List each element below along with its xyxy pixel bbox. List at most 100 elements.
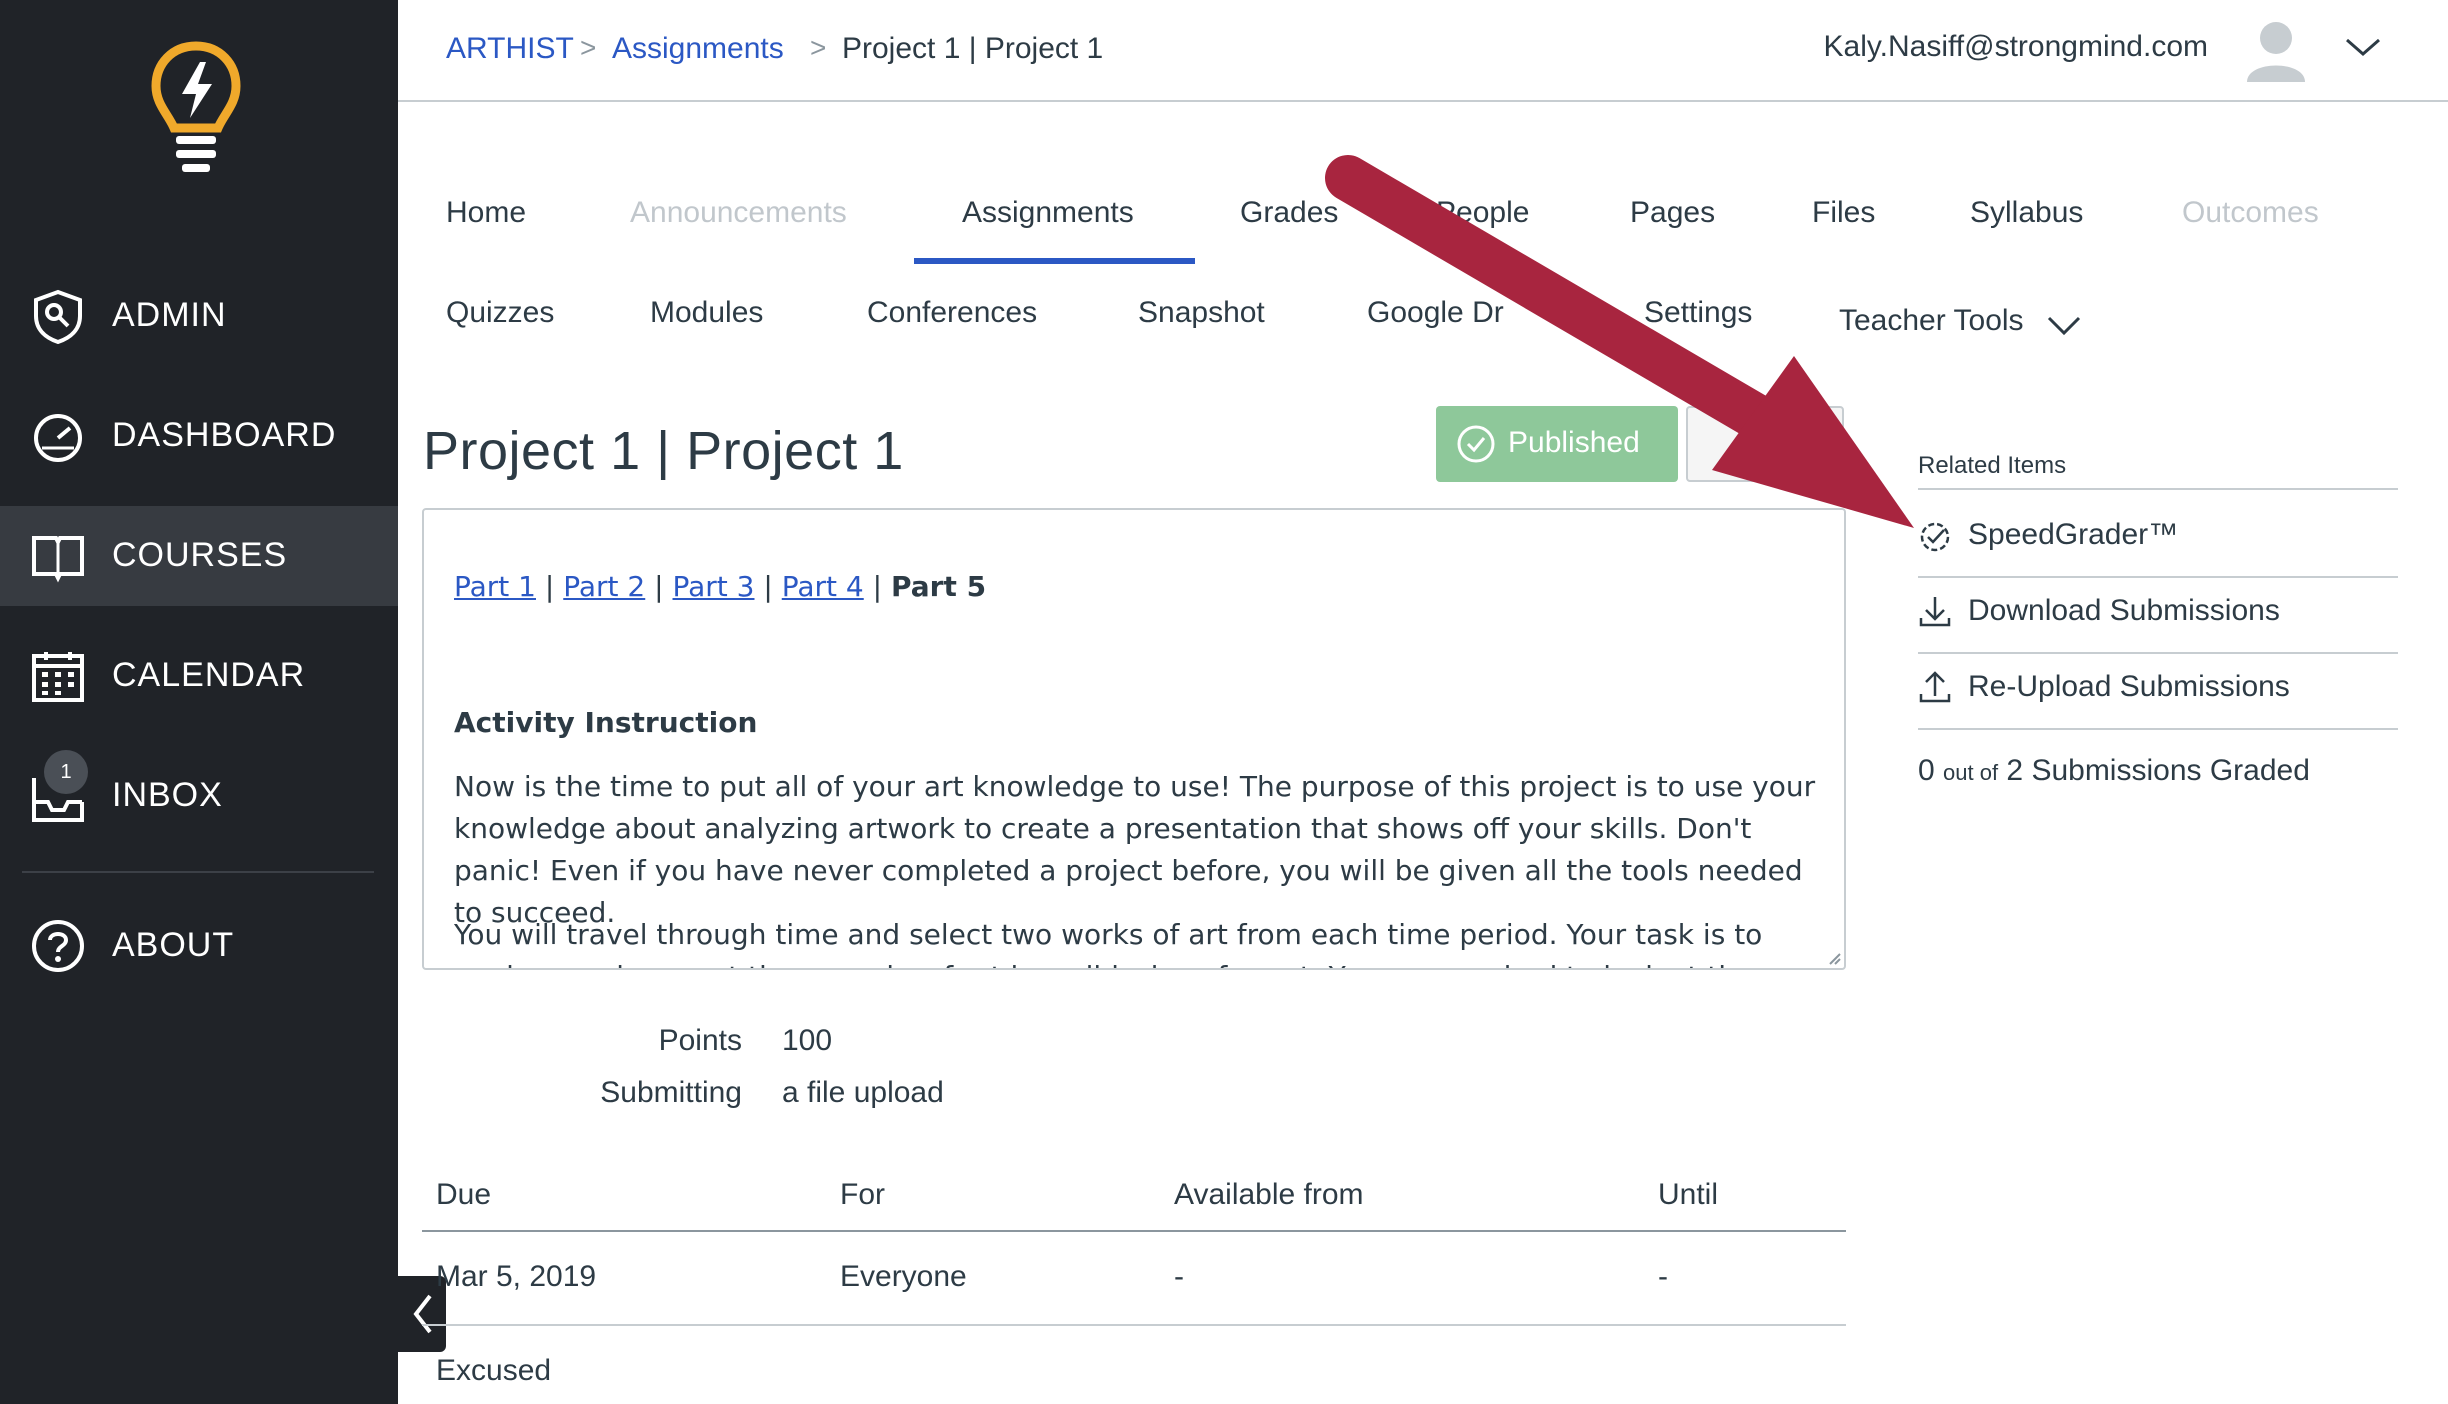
- activity-instruction-heading: Activity Instruction: [454, 706, 758, 739]
- speedgrader-label: SpeedGrader™: [1968, 518, 2179, 551]
- cell-available-from: -: [1174, 1260, 1184, 1293]
- graded-count: 0: [1918, 754, 1935, 787]
- reupload-submissions-label: Re-Upload Submissions: [1968, 670, 2290, 703]
- course-tabs-row-2: Quizzes Modules Conferences Snapshot Goo…: [398, 296, 2448, 366]
- table-header-available: Available from: [1174, 1178, 1364, 1211]
- parts-separator: |: [654, 570, 664, 603]
- published-label: Published: [1508, 426, 1640, 459]
- part-link[interactable]: Part 4: [782, 570, 864, 603]
- active-tab-indicator: [914, 258, 1195, 264]
- related-divider: [1918, 652, 2398, 654]
- part-current: Part 5: [891, 570, 987, 603]
- cell-for: Everyone: [840, 1260, 967, 1293]
- nav-label-admin: ADMIN: [112, 296, 227, 334]
- help-circle-icon: [32, 920, 84, 972]
- tab-pages[interactable]: Pages: [1630, 196, 1715, 230]
- related-items-heading: Related Items: [1918, 452, 2067, 479]
- instruction-paragraph: You will travel through time and select …: [454, 918, 1763, 968]
- speedgrader-link[interactable]: SpeedGrader™: [1918, 518, 2178, 552]
- tab-assignments[interactable]: Assignments: [962, 196, 1134, 230]
- cell-due-date: Mar 5, 2019: [436, 1260, 597, 1293]
- reupload-submissions-link[interactable]: Re-Upload Submissions: [1918, 670, 2290, 704]
- calendar-icon: [32, 652, 84, 702]
- assignment-description[interactable]: Part 1 | Part 2 | Part 3 | Part 4 | Part…: [422, 508, 1846, 970]
- speedgrader-icon: [1920, 522, 1950, 552]
- points-label: Points: [658, 1024, 742, 1057]
- upload-icon: [1919, 671, 1951, 703]
- nav-label-about: ABOUT: [112, 926, 235, 964]
- submitting-value: a file upload: [782, 1076, 944, 1109]
- table-header-for: For: [840, 1178, 885, 1211]
- nav-label-dashboard: DASHBOARD: [112, 416, 337, 454]
- table-divider: [422, 1324, 1846, 1326]
- check-circle-icon: [1457, 425, 1495, 463]
- tab-people[interactable]: People: [1436, 196, 1529, 230]
- graded-out-of: out of: [1943, 760, 1999, 785]
- tab-snapshot[interactable]: Snapshot: [1138, 296, 1265, 330]
- table-divider: [422, 1230, 1846, 1232]
- tab-teacher-tools[interactable]: Teacher Tools: [1839, 304, 2024, 338]
- parts-separator: |: [763, 570, 773, 603]
- submitting-label: Submitting: [600, 1076, 742, 1109]
- nav-item-dashboard[interactable]: DASHBOARD: [0, 386, 398, 486]
- global-nav-sidebar: ADMIN DASHBOARD COURSES CALENDAR 1 INBOX…: [0, 0, 398, 1404]
- part-link[interactable]: Part 2: [563, 570, 645, 603]
- tab-outcomes[interactable]: Outcomes: [2182, 196, 2319, 230]
- tab-home[interactable]: Home: [446, 196, 526, 230]
- nav-label-inbox: INBOX: [112, 776, 223, 814]
- related-divider: [1918, 488, 2398, 490]
- nav-item-inbox[interactable]: 1 INBOX: [0, 746, 398, 846]
- nav-label-courses: COURSES: [112, 536, 288, 574]
- top-bar: ARTHIST > Assignments > Project 1 | Proj…: [398, 0, 2448, 102]
- breadcrumb-current: Project 1 | Project 1: [842, 32, 1104, 65]
- download-submissions-link[interactable]: Download Submissions: [1918, 594, 2280, 628]
- breadcrumb-assignments[interactable]: Assignments: [612, 32, 784, 66]
- excused-label: Excused: [436, 1354, 552, 1387]
- assignment-title: Project 1 | Project 1: [423, 421, 904, 481]
- inbox-unread-badge: 1: [44, 750, 88, 794]
- tab-announcements[interactable]: Announcements: [630, 196, 847, 230]
- book-icon: [32, 536, 84, 583]
- breadcrumb-separator: >: [810, 32, 827, 63]
- published-button[interactable]: Published: [1436, 406, 1678, 482]
- avatar-icon[interactable]: [2243, 16, 2309, 82]
- chevron-down-icon[interactable]: [2046, 314, 2082, 338]
- nav-label-calendar: CALENDAR: [112, 656, 306, 694]
- course-tabs-row-1: Home Announcements Assignments Grades Pe…: [398, 196, 2448, 266]
- user-email: Kaly.Nasiff@strongmind.com: [1823, 30, 2208, 63]
- lightbulb-logo-icon[interactable]: [150, 40, 242, 178]
- tab-grades[interactable]: Grades: [1240, 196, 1338, 230]
- nav-item-calendar[interactable]: CALENDAR: [0, 626, 398, 726]
- tab-modules[interactable]: Modules: [650, 296, 763, 330]
- tab-quizzes[interactable]: Quizzes: [446, 296, 554, 330]
- points-value: 100: [782, 1024, 833, 1057]
- submissions-graded-summary: 0 out of 2 Submissions Graded: [1918, 754, 2310, 788]
- nav-divider: [22, 871, 374, 873]
- nav-item-courses[interactable]: COURSES: [0, 506, 398, 606]
- parts-links: Part 1 | Part 2 | Part 3 | Part 4 | Part…: [454, 570, 986, 603]
- nav-item-admin[interactable]: ADMIN: [0, 266, 398, 366]
- graded-total: 2 Submissions Graded: [2006, 754, 2310, 787]
- part-link[interactable]: Part 1: [454, 570, 536, 603]
- tab-google-drive[interactable]: Google Dr: [1367, 296, 1504, 330]
- parts-separator: |: [544, 570, 555, 603]
- table-header-until: Until: [1658, 1178, 1719, 1211]
- dashboard-gauge-icon: [34, 414, 82, 462]
- tab-syllabus[interactable]: Syllabus: [1970, 196, 2083, 230]
- breadcrumb-separator: >: [580, 32, 597, 63]
- resize-handle-icon[interactable]: [1826, 950, 1842, 966]
- parts-separator: |: [872, 570, 883, 603]
- tab-files[interactable]: Files: [1812, 196, 1875, 230]
- nav-item-about[interactable]: ABOUT: [0, 896, 398, 996]
- breadcrumb-course[interactable]: ARTHIST: [446, 32, 574, 66]
- tab-conferences[interactable]: Conferences: [867, 296, 1037, 330]
- instruction-paragraph: Now is the time to put all of your art k…: [454, 770, 1816, 929]
- table-header-due: Due: [436, 1178, 492, 1211]
- edit-button[interactable]: [1686, 406, 1844, 482]
- related-divider: [1918, 728, 2398, 730]
- download-icon: [1919, 597, 1951, 627]
- chevron-down-icon[interactable]: [2343, 34, 2383, 60]
- part-link[interactable]: Part 3: [673, 570, 755, 603]
- tab-settings[interactable]: Settings: [1644, 296, 1752, 330]
- admin-shield-icon: [34, 289, 82, 344]
